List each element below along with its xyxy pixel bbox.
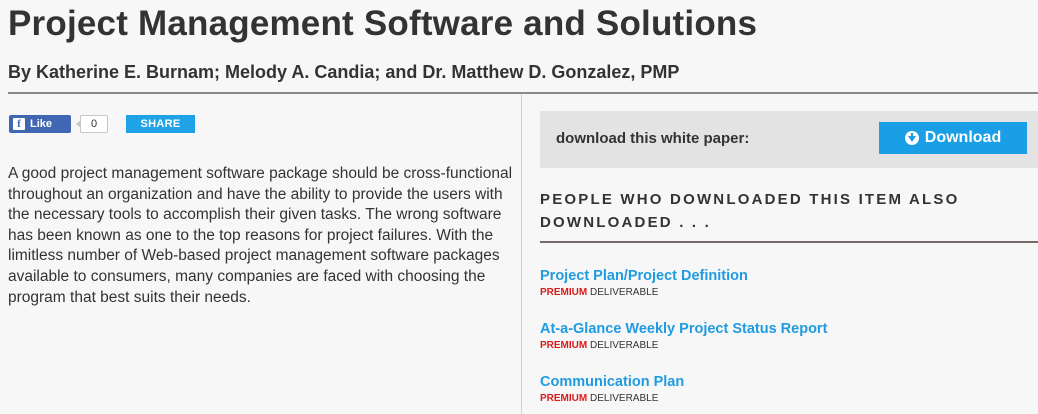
related-heading: PEOPLE WHO DOWNLOADED THIS ITEM ALSO DOW… [540,191,960,231]
author-byline: By Katherine E. Burnam; Melody A. Candia… [8,62,680,82]
item-tag: PREMIUM DELIVERABLE [540,287,748,299]
list-item: Project Plan/Project Definition PREMIUM … [540,267,748,299]
item-type: DELIVERABLE [590,287,659,298]
item-tag: PREMIUM DELIVERABLE [540,393,684,405]
header-divider [8,92,1038,94]
list-item: At-a-Glance Weekly Project Status Report… [540,320,827,352]
like-label: Like [30,118,53,130]
facebook-icon: f [13,118,25,130]
related-item-link[interactable]: At-a-Glance Weekly Project Status Report [540,320,827,338]
item-type: DELIVERABLE [590,340,659,351]
article-body: A good project management software packa… [8,165,513,306]
list-item: Communication Plan PREMIUM DELIVERABLE [540,373,684,405]
download-button-label: Download [924,129,1002,146]
related-item-link[interactable]: Project Plan/Project Definition [540,267,748,285]
like-count: 0 [76,115,108,133]
download-label: download this white paper: [556,130,750,147]
item-tag: PREMIUM DELIVERABLE [540,340,827,352]
page-title: Project Management Software and Solution… [8,4,758,43]
premium-badge: PREMIUM [540,287,588,298]
related-item-link[interactable]: Communication Plan [540,373,684,391]
premium-badge: PREMIUM [540,393,588,404]
facebook-like-button[interactable]: f Like [9,115,71,133]
column-divider [521,94,522,414]
item-type: DELIVERABLE [590,393,659,404]
related-divider [540,241,1038,243]
download-button[interactable]: Download [879,122,1027,154]
download-arrow-icon [904,131,919,145]
premium-badge: PREMIUM [540,340,588,351]
share-button[interactable]: SHARE [126,115,195,133]
